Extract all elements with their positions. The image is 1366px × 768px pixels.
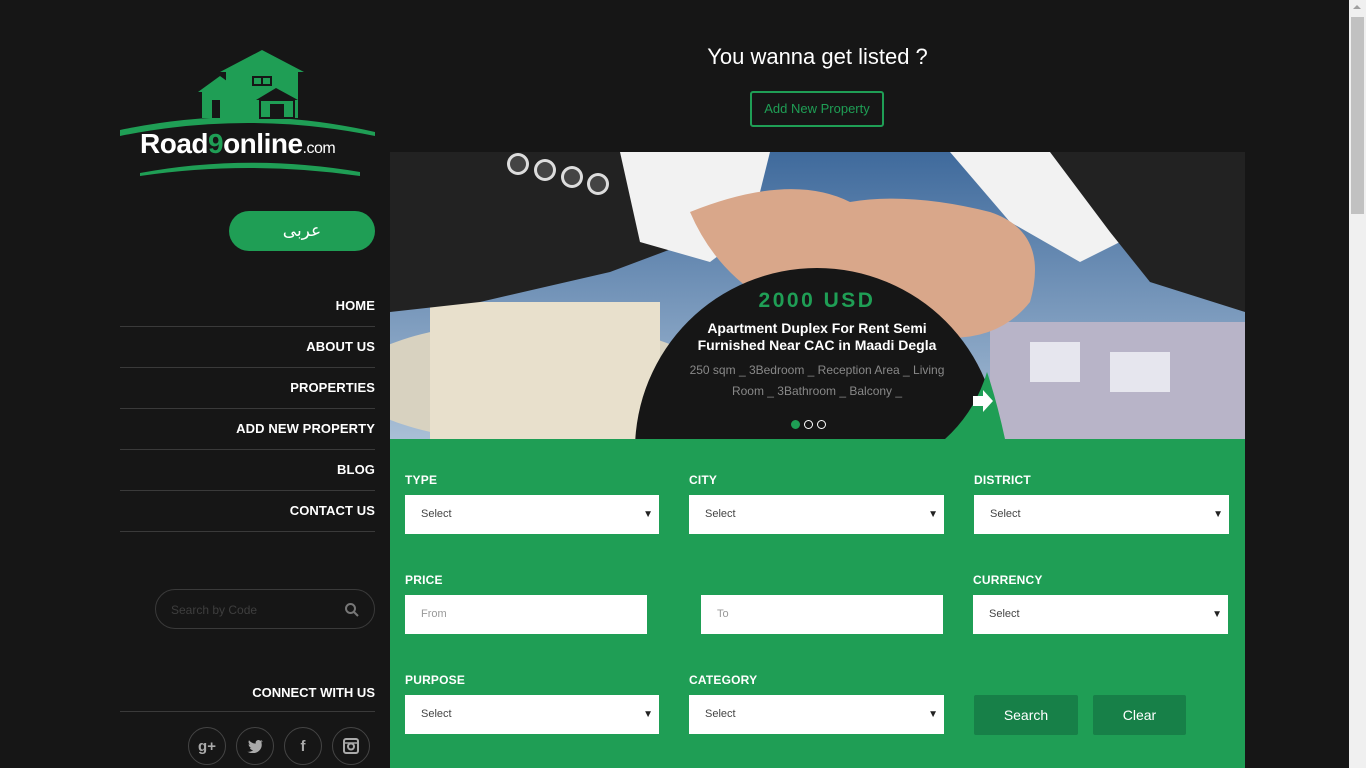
- city-label: CITY: [689, 473, 718, 487]
- dropdown-arrow-icon: ▼: [643, 509, 653, 520]
- slide-description: 250 sqm _ 3Bedroom _ Reception Area _ Li…: [689, 363, 945, 398]
- dropdown-arrow-icon: ▼: [643, 709, 653, 720]
- price-label: PRICE: [405, 573, 443, 587]
- nav-contact-us[interactable]: CONTACT US: [120, 491, 375, 532]
- slide-price: 2000 USD: [758, 289, 876, 312]
- price-to-input[interactable]: To: [701, 595, 943, 634]
- logo-wordmark: Road9online.com: [140, 128, 336, 159]
- type-label: TYPE: [405, 473, 438, 487]
- twitter-icon[interactable]: [236, 727, 274, 765]
- purpose-select[interactable]: Select ▼: [405, 695, 659, 734]
- main-nav: HOME ABOUT US PROPERTIES ADD NEW PROPERT…: [120, 286, 375, 532]
- dropdown-arrow-icon: ▼: [1212, 609, 1222, 620]
- code-search-input[interactable]: [171, 600, 341, 620]
- currency-label: CURRENCY: [973, 573, 1043, 587]
- connect-heading: CONNECT WITH US: [120, 674, 375, 712]
- purpose-label: PURPOSE: [405, 673, 466, 687]
- slide-dot-3[interactable]: [817, 420, 826, 429]
- social-links: g+ f: [188, 727, 370, 765]
- dropdown-arrow-icon: ▼: [928, 509, 938, 520]
- next-arrow-icon[interactable]: [945, 372, 1005, 439]
- category-label: CATEGORY: [689, 673, 758, 687]
- google-plus-icon[interactable]: g+: [188, 727, 226, 765]
- facebook-icon[interactable]: f: [284, 727, 322, 765]
- site-logo[interactable]: Road9online.com: [120, 48, 375, 178]
- nav-properties[interactable]: PROPERTIES: [120, 368, 375, 409]
- currency-select[interactable]: Select ▼: [973, 595, 1228, 634]
- district-label: DISTRICT: [974, 473, 1031, 487]
- search-button[interactable]: Search: [974, 695, 1078, 735]
- dropdown-arrow-icon: ▼: [1213, 509, 1223, 520]
- search-icon[interactable]: [344, 602, 360, 618]
- dropdown-arrow-icon: ▼: [928, 709, 938, 720]
- nav-home[interactable]: HOME: [120, 286, 375, 327]
- page-headline: You wanna get listed ?: [707, 44, 928, 69]
- slide-dot-1[interactable]: [791, 420, 800, 429]
- category-select[interactable]: Select ▼: [689, 695, 944, 734]
- price-from-input[interactable]: From: [405, 595, 647, 634]
- scroll-thumb[interactable]: [1351, 17, 1364, 214]
- nav-about-us[interactable]: ABOUT US: [120, 327, 375, 368]
- code-search-box: [155, 589, 375, 629]
- slide-indicators: [791, 420, 826, 429]
- city-select[interactable]: Select ▼: [689, 495, 944, 534]
- nav-add-new-property[interactable]: ADD NEW PROPERTY: [120, 409, 375, 450]
- instagram-icon[interactable]: [332, 727, 370, 765]
- language-button[interactable]: عربى: [229, 211, 375, 251]
- clear-button[interactable]: Clear: [1093, 695, 1186, 735]
- district-select[interactable]: Select ▼: [974, 495, 1229, 534]
- hero-slider: 2000 USD Apartment Duplex For Rent Semi …: [390, 152, 1245, 439]
- nav-blog[interactable]: BLOG: [120, 450, 375, 491]
- scroll-up-icon[interactable]: [1353, 5, 1361, 9]
- page-scrollbar[interactable]: [1349, 0, 1366, 768]
- type-select[interactable]: Select ▼: [405, 495, 659, 534]
- slide-dot-2[interactable]: [804, 420, 813, 429]
- sidebar: Road9online.com عربى HOME ABOUT US PROPE…: [120, 0, 375, 768]
- slide-title[interactable]: Apartment Duplex For Rent Semi Furnished…: [685, 320, 949, 354]
- property-search-form: TYPE Select ▼ CITY Select ▼ DISTRICT Selec…: [390, 439, 1245, 768]
- add-new-property-button[interactable]: Add New Property: [750, 91, 884, 127]
